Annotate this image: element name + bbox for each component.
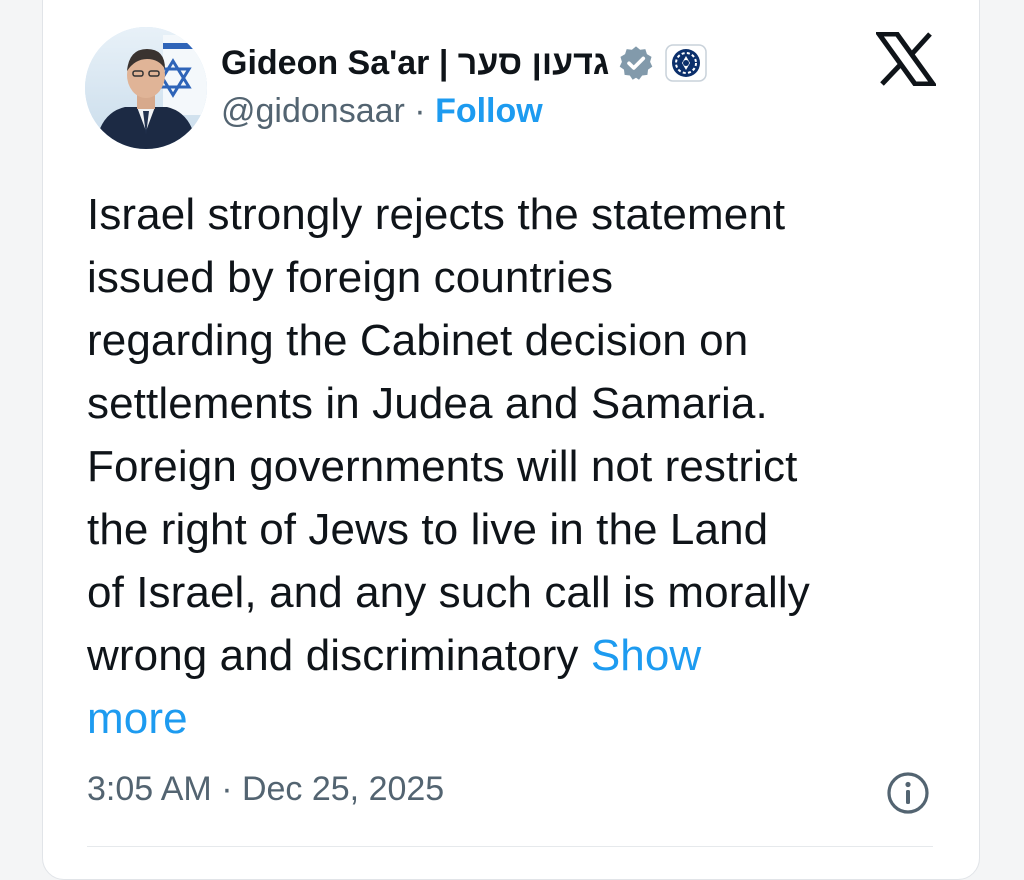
author-name-row[interactable]: Gideon Sa'ar | גדעון סער (221, 40, 707, 86)
tweet-text-line: the right of Jews to live in the Land (87, 505, 769, 554)
affiliation-badge-icon[interactable] (665, 44, 707, 82)
tweet-text-line: of Israel, and any such call is morally (87, 568, 810, 617)
tweet-text-line: regarding the Cabinet decision on (87, 316, 749, 365)
follow-button[interactable]: Follow (435, 92, 543, 130)
show-more-link[interactable]: more (87, 694, 188, 743)
tweet-text-line: Israel strongly rejects the statement (87, 190, 786, 239)
tweet-text: Israel strongly rejects the statement is… (87, 183, 957, 750)
handle-separator: · (404, 92, 436, 130)
tweet-text-line: wrong and discriminatory (87, 631, 591, 680)
author-handle[interactable]: @gidonsaar (221, 92, 405, 130)
avatar[interactable] (85, 27, 207, 149)
timestamp[interactable]: 3:05 AM · Dec 25, 2025 (87, 770, 444, 809)
show-more-continuation: more (87, 687, 957, 750)
tweet-text-last-line: wrong and discriminatory Show (87, 624, 957, 687)
show-more-link[interactable]: Show (591, 631, 701, 680)
tweet-text-line: issued by foreign countries (87, 253, 614, 302)
tweet-text-line: settlements in Judea and Samaria. (87, 379, 768, 428)
verified-badge-icon (617, 44, 655, 82)
x-logo-icon[interactable] (874, 31, 938, 87)
tweet-text-line: Foreign governments will not restrict (87, 442, 798, 491)
info-icon[interactable] (886, 771, 930, 815)
divider (87, 846, 933, 847)
display-name[interactable]: Gideon Sa'ar | גדעון סער (221, 44, 609, 83)
handle-row: @gidonsaar · Follow (221, 92, 543, 131)
